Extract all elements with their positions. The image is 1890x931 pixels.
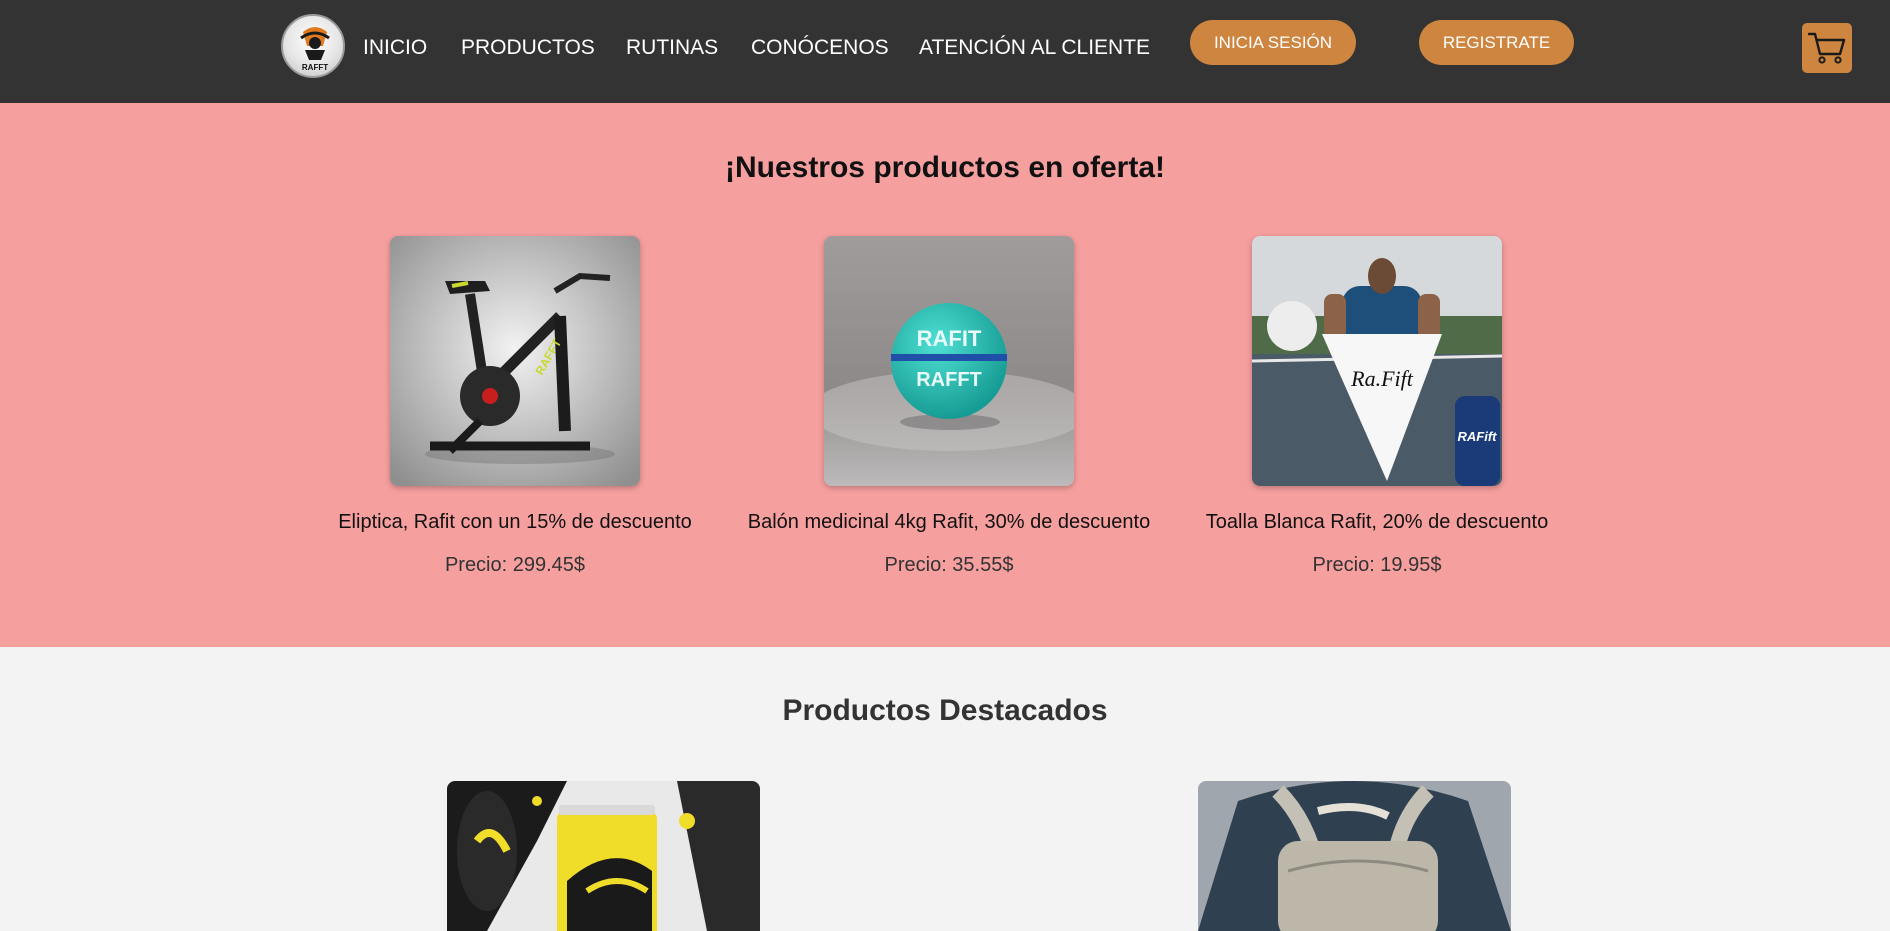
top-navigation-bar: RAFFT INICIO PRODUCTOS RUTINAS CONÓCENOS… (0, 0, 1890, 103)
product-price: Precio: 35.55$ (884, 554, 1014, 576)
product-name: Eliptica, Rafit con un 15% de descuento (338, 511, 692, 533)
svg-text:RAFift: RAFift (1458, 429, 1498, 444)
cart-button[interactable] (1802, 23, 1852, 73)
offers-title: ¡Nuestros productos en oferta! (724, 151, 1166, 184)
featured-title: Productos Destacados (782, 694, 1108, 727)
svg-text:RAFFT: RAFFT (302, 63, 328, 72)
product-price: Precio: 19.95$ (1312, 554, 1442, 576)
shopping-cart-icon (1807, 32, 1846, 64)
offers-section: ¡Nuestros productos en oferta! RAFFT Eli… (0, 103, 1890, 647)
product-image-toalla[interactable]: Ra.Fift RAFift (1252, 236, 1502, 486)
login-button[interactable]: INICIA SESIÓN (1190, 20, 1356, 65)
rafft-logo[interactable]: RAFFT (281, 14, 345, 78)
svg-text:Ra.Fift: Ra.Fift (1350, 366, 1414, 391)
nav-inicio[interactable]: INICIO (363, 36, 427, 60)
product-name: Balón medicinal 4kg Rafit, 30% de descue… (747, 511, 1151, 533)
nav-productos[interactable]: PRODUCTOS (461, 36, 595, 60)
logo-emblem-icon: RAFFT (300, 27, 330, 72)
featured-image-energy-drink[interactable] (447, 781, 760, 931)
nav-rutinas[interactable]: RUTINAS (626, 36, 718, 60)
product-image-eliptica[interactable]: RAFFT (390, 236, 640, 486)
nav-conocenos[interactable]: CONÓCENOS (751, 36, 889, 60)
product-image-balon[interactable]: RAFIT RAFFT (824, 236, 1074, 486)
svg-text:RAFIT: RAFIT (917, 326, 982, 351)
featured-image-backpack[interactable] (1198, 781, 1511, 931)
product-price: Precio: 299.45$ (444, 554, 586, 576)
product-name: Toalla Blanca Rafit, 20% de descuento (1205, 511, 1549, 533)
svg-text:RAFFT: RAFFT (916, 369, 982, 391)
nav-atencion-cliente[interactable]: ATENCIÓN AL CLIENTE (919, 36, 1150, 60)
register-button[interactable]: REGISTRATE (1419, 20, 1574, 65)
